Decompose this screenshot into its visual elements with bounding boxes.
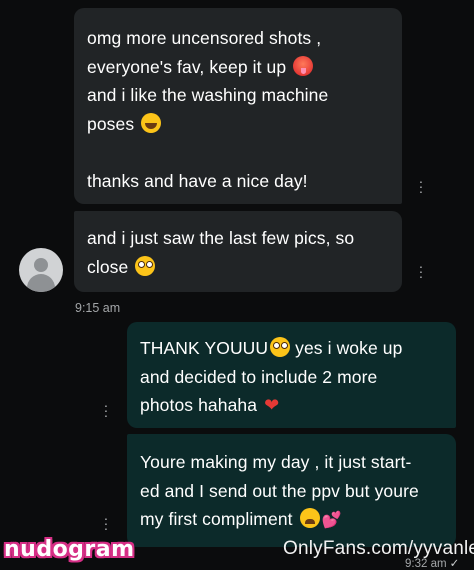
flushed-face-emoji bbox=[135, 255, 156, 276]
message-timestamp: 9:15 am bbox=[75, 301, 121, 315]
message-text: and i just saw the last few pics, so clo… bbox=[87, 228, 355, 277]
hot-face-emoji bbox=[293, 55, 314, 76]
incoming-message-bubble[interactable]: and i just saw the last few pics, so clo… bbox=[74, 211, 402, 292]
message-text: THANK YOUUU bbox=[140, 338, 269, 358]
tired-face-emoji bbox=[299, 508, 320, 528]
message-text: and i like the washing machine poses bbox=[87, 85, 329, 134]
incoming-message-bubble[interactable]: omg more uncensored shots , everyone's f… bbox=[74, 8, 402, 204]
more-options-icon[interactable]: · · · bbox=[418, 174, 424, 198]
outgoing-message-bubble[interactable]: Youre making my day , it just start- ed … bbox=[127, 434, 456, 547]
watermark-text: OnlyFans.com/yyvanle bbox=[283, 538, 474, 559]
chat-thread: omg more uncensored shots , everyone's f… bbox=[0, 0, 474, 570]
more-options-icon[interactable]: · · · bbox=[103, 398, 109, 422]
message-text: Youre making my day , it just start- ed … bbox=[140, 452, 419, 529]
flushed-face-emoji bbox=[270, 337, 291, 357]
red-heart-emoji: ❤ bbox=[264, 395, 280, 415]
message-text: thanks and have a nice day! bbox=[87, 170, 308, 191]
brand-logo: nudogram bbox=[4, 537, 135, 562]
outgoing-message-bubble[interactable]: THANK YOUUU yes i woke up and decided to… bbox=[127, 322, 456, 428]
message-text: omg more uncensored shots , everyone's f… bbox=[87, 28, 322, 77]
two-hearts-emoji: 💕 bbox=[321, 512, 342, 529]
tears-of-joy-emoji bbox=[141, 112, 162, 133]
avatar[interactable] bbox=[19, 248, 63, 292]
more-options-icon[interactable]: · · · bbox=[418, 259, 424, 283]
user-placeholder-icon bbox=[34, 258, 48, 272]
more-options-icon[interactable]: · · · bbox=[103, 511, 109, 535]
